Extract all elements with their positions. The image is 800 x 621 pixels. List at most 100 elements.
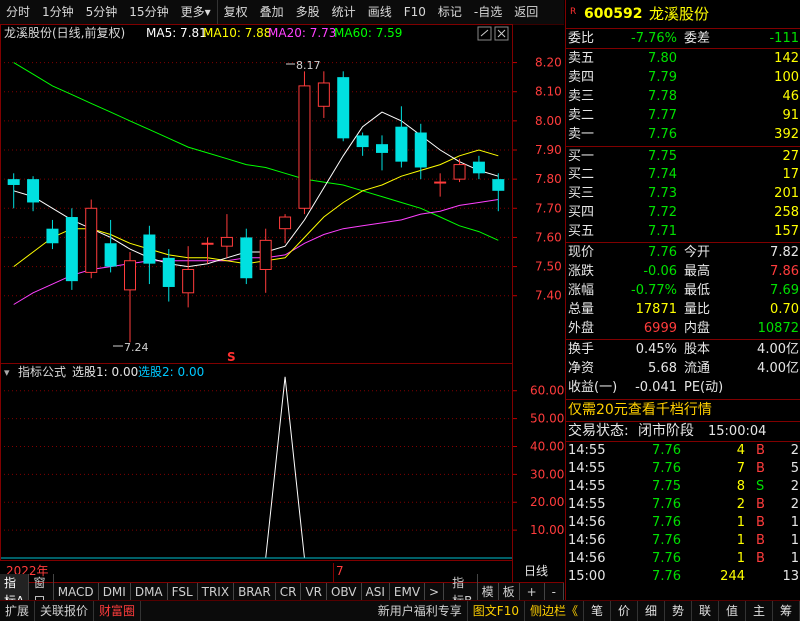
draw-line-button[interactable]: 画线 xyxy=(362,0,398,24)
chips-button[interactable]: 筹 xyxy=(773,601,800,621)
candle-body-up xyxy=(182,268,195,294)
candle xyxy=(201,237,214,264)
trade-state-label: 交易状态: xyxy=(568,423,629,439)
sell-level-label: 卖一 xyxy=(568,127,595,142)
candle-body-down xyxy=(337,77,350,139)
price-tick-label: 7.80 xyxy=(535,172,562,186)
buy-level-label: 买四 xyxy=(568,205,595,220)
tab-dma[interactable]: DMA xyxy=(131,583,168,601)
zoom-out-button[interactable]: - xyxy=(545,583,565,601)
chart-title: 龙溪股份(日线,前复权) xyxy=(4,25,125,40)
price-distribution-button[interactable]: 价 xyxy=(611,601,638,621)
graphic-f10-button[interactable]: 图文F10 xyxy=(468,601,525,621)
tick-price: 7.76 xyxy=(652,461,681,476)
tick-count: 2 xyxy=(790,479,799,494)
stat-label: 涨幅 xyxy=(568,283,595,298)
tab-asi[interactable]: ASI xyxy=(362,583,390,601)
r-badge: R xyxy=(570,7,577,17)
tick-row: 14:56 7.76 1 B 1 xyxy=(566,514,800,532)
tick-row: 15:00 7.76 244 13 xyxy=(566,568,800,586)
stat-value: 6999 xyxy=(643,321,677,336)
mark-button[interactable]: 标记 xyxy=(432,0,468,24)
tab-board[interactable]: 板 xyxy=(499,583,520,601)
tick-detail-button[interactable]: 笔 xyxy=(584,601,611,621)
fund-label: PE(动) xyxy=(684,380,724,395)
tick-time: 14:56 xyxy=(568,551,606,566)
tick-price: 7.76 xyxy=(652,533,681,548)
overlay-button[interactable]: 叠加 xyxy=(254,0,290,24)
tab-dmi[interactable]: DMI xyxy=(99,583,131,601)
wealth-circle-button[interactable]: 财富圈 xyxy=(94,601,142,621)
tick-time: 14:55 xyxy=(568,443,606,458)
tick-count: 2 xyxy=(790,443,799,458)
weibi-row: 委比 -7.76% 委差 -111 xyxy=(566,28,800,48)
candle-body-up xyxy=(434,181,447,184)
trend-button[interactable]: 势 xyxy=(665,601,692,621)
detail-button[interactable]: 细 xyxy=(638,601,665,621)
tick-price: 7.75 xyxy=(652,479,681,494)
price-axis: 8.20 8.10 8.00 7.90 7.80 7.70 7.60 7.50 7.40 xyxy=(513,56,562,303)
tick-volume: 2 xyxy=(736,497,745,512)
tabs-next-icon[interactable]: > xyxy=(425,583,445,601)
price-tick-label: 7.90 xyxy=(535,143,562,157)
tick-row: 14:55 7.75 8 S 2 xyxy=(566,478,800,496)
zoom-in-button[interactable]: + xyxy=(520,583,545,601)
candle xyxy=(376,135,388,171)
candle xyxy=(279,214,292,244)
tab-fsl[interactable]: FSL xyxy=(168,583,198,601)
candle-body-down xyxy=(376,144,388,153)
new-user-benefit-link[interactable]: 新用户福利专享 xyxy=(373,601,468,621)
sell-level-price: 7.76 xyxy=(648,127,677,142)
upgrade-promo-link[interactable]: 仅需20元查看千档行情 xyxy=(566,399,800,421)
tick-direction: B xyxy=(756,533,765,548)
candle xyxy=(65,208,78,290)
kline-chart[interactable]: 8.20 8.10 8.00 7.90 7.80 7.70 7.60 7.50 7.40 60.… xyxy=(0,24,564,582)
tab-cr[interactable]: CR xyxy=(276,583,302,601)
multi-stock-button[interactable]: 多股 xyxy=(290,0,326,24)
tab-brar[interactable]: BRAR xyxy=(234,583,276,601)
tab-obv[interactable]: OBV xyxy=(327,583,362,601)
tick-price: 7.76 xyxy=(652,569,681,584)
tab-template[interactable]: 模 xyxy=(478,583,499,601)
linked-button[interactable]: 联 xyxy=(692,601,719,621)
value-button[interactable]: 值 xyxy=(719,601,746,621)
more-periods-button[interactable]: 更多▾ xyxy=(175,0,217,24)
candle xyxy=(259,228,272,293)
tick-list[interactable]: 14:55 7.76 4 B 2 14:55 7.76 7 B 5 14:55 7.75 8 S 2 14:5… xyxy=(566,441,800,586)
window-controls xyxy=(477,26,509,41)
expand-button[interactable]: 扩展 xyxy=(0,601,36,621)
f10-button[interactable]: F10 xyxy=(398,0,432,24)
tab-15min[interactable]: 15分钟 xyxy=(123,0,174,24)
price-tick-label: 7.60 xyxy=(535,230,562,244)
sell-level-volume: 392 xyxy=(774,127,799,142)
tab-intraday[interactable]: 分时 xyxy=(0,0,36,24)
tab-macd[interactable]: MACD xyxy=(54,583,99,601)
tick-time: 14:55 xyxy=(568,479,606,494)
stat-value: -0.77% xyxy=(631,283,677,298)
restore-rights-button[interactable]: 复权 xyxy=(216,0,254,24)
tab-trix[interactable]: TRIX xyxy=(198,583,235,601)
sell-level-volume: 142 xyxy=(774,51,799,66)
stat-value: 7.86 xyxy=(770,264,799,279)
related-quotes-button[interactable]: 关联报价 xyxy=(35,601,95,621)
price-tick-label: 7.40 xyxy=(535,289,562,303)
price-tick-label: 8.10 xyxy=(535,85,562,99)
remove-watchlist-button[interactable]: -自选 xyxy=(468,0,508,24)
main-force-button[interactable]: 主 xyxy=(746,601,773,621)
tab-emv[interactable]: EMV xyxy=(390,583,426,601)
buy-level-label: 买一 xyxy=(568,149,595,164)
indicator-menu-icon[interactable]: ▾ xyxy=(4,366,10,379)
tab-5min[interactable]: 5分钟 xyxy=(80,0,124,24)
tick-row: 14:56 7.76 1 B 1 xyxy=(566,532,800,550)
sidebar-toggle-button[interactable]: 侧边栏《 xyxy=(525,601,584,621)
tab-1min[interactable]: 1分钟 xyxy=(36,0,80,24)
statistics-button[interactable]: 统计 xyxy=(326,0,362,24)
tick-direction: B xyxy=(756,443,765,458)
back-button[interactable]: 返回 xyxy=(508,0,544,24)
sell-level-row: 卖一 7.76 392 xyxy=(566,125,800,144)
buy-level-row: 买四 7.72 258 xyxy=(566,203,800,222)
tab-vr[interactable]: VR xyxy=(301,583,327,601)
stat-value: 7.76 xyxy=(648,245,677,260)
indicator-tick-label: 40.00 xyxy=(530,439,564,453)
indicator-spike xyxy=(265,376,305,559)
